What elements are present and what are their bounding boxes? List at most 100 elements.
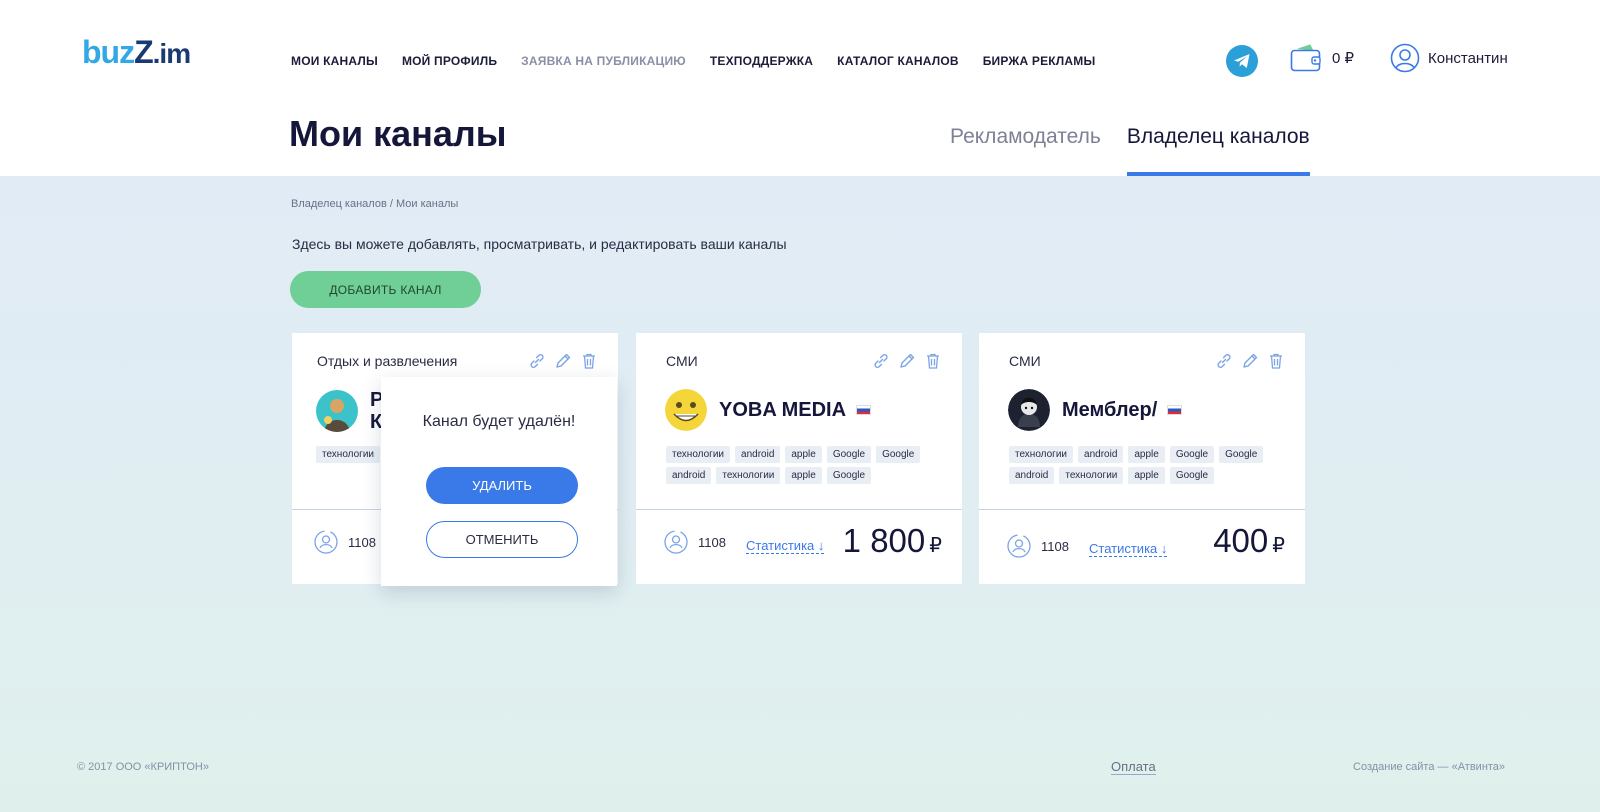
trash-icon[interactable] <box>924 352 942 370</box>
cancel-button[interactable]: ОТМЕНИТЬ <box>426 521 578 558</box>
delete-confirm-popup: Канал будет удалён! УДАЛИТЬ ОТМЕНИТЬ <box>381 377 617 586</box>
user-name: Константин <box>1428 49 1508 67</box>
edit-icon[interactable] <box>898 352 916 370</box>
trash-icon[interactable] <box>580 352 598 370</box>
tag: Google <box>826 446 872 463</box>
channel-header: YOBA MEDIA <box>665 389 872 431</box>
card-actions <box>872 352 942 370</box>
edit-icon[interactable] <box>1241 352 1259 370</box>
tag: Google <box>1169 467 1215 484</box>
tag: технологии <box>316 446 381 463</box>
footer-developer-link[interactable]: Создание сайта — «Атвинта» <box>1353 761 1505 773</box>
wallet[interactable]: 0 ₽ <box>1290 43 1354 73</box>
card-footer: 1108 Статистика ↓ 400 ₽ <box>979 509 1305 584</box>
tag: технологии <box>666 446 731 463</box>
statistics-link[interactable]: Статистика ↓ <box>1089 541 1168 557</box>
tag: технологии <box>1009 446 1074 463</box>
main-nav: МОИ КАНАЛЫ МОЙ ПРОФИЛЬ ЗАЯВКА НА ПУБЛИКА… <box>291 54 1119 68</box>
nav-channel-catalog[interactable]: КАТАЛОГ КАНАЛОВ <box>837 54 959 68</box>
russia-flag-icon <box>856 405 872 415</box>
russia-flag-icon <box>1167 405 1183 415</box>
logo-text-2: Z <box>134 34 154 70</box>
subscribers: 1108 <box>662 528 726 556</box>
telegram-button[interactable] <box>1226 45 1258 77</box>
subscribers: 1108 <box>312 528 376 556</box>
tab-advertiser[interactable]: Рекламодатель <box>950 125 1101 176</box>
footer-copyright: © 2017 ООО «КРИПТОН» <box>77 761 209 773</box>
header: buzZ.im МОИ КАНАЛЫ МОЙ ПРОФИЛЬ ЗАЯВКА НА… <box>0 0 1600 176</box>
channel-price: 1 800 ₽ <box>843 522 942 560</box>
tag: android <box>735 446 781 463</box>
edit-icon[interactable] <box>554 352 572 370</box>
subscribers-count: 1108 <box>698 534 726 550</box>
channel-price: 400 ₽ <box>1213 522 1285 560</box>
subscribers-icon <box>664 530 688 554</box>
price-value: 1 800 <box>842 522 926 559</box>
telegram-icon <box>1234 54 1250 68</box>
price-value: 400 <box>1213 522 1269 559</box>
nav-publication-request[interactable]: ЗАЯВКА НА ПУБЛИКАЦИЮ <box>521 54 686 68</box>
channel-tags: технологии android apple Google Google a… <box>666 446 956 484</box>
tag: Google <box>826 467 872 484</box>
channel-header: Мемблер/ <box>1008 389 1183 431</box>
tag: apple <box>1128 467 1165 484</box>
tab-channel-owner[interactable]: Владелец каналов <box>1126 125 1310 176</box>
tag: android <box>1009 467 1055 484</box>
tag: технологии <box>1059 467 1124 484</box>
channel-category: СМИ <box>666 353 698 369</box>
logo-text-3: .im <box>152 38 191 69</box>
nav-support[interactable]: ТЕХПОДДЕРЖКА <box>710 54 813 68</box>
channel-name[interactable]: Мемблер/ <box>1062 399 1157 422</box>
tag: apple <box>1128 446 1165 463</box>
nav-my-channels[interactable]: МОИ КАНАЛЫ <box>291 54 378 68</box>
currency-symbol: ₽ <box>1272 535 1285 557</box>
subscribers-icon <box>1007 534 1031 558</box>
link-icon[interactable] <box>528 352 546 370</box>
intro-text: Здесь вы можете добавлять, просматривать… <box>292 236 787 252</box>
channel-avatar <box>316 390 358 432</box>
wallet-icon <box>1290 44 1321 72</box>
card-actions <box>1215 352 1285 370</box>
card-actions <box>528 352 598 370</box>
subscribers-icon <box>314 530 338 554</box>
subscribers-count: 1108 <box>1041 538 1069 554</box>
channel-avatar <box>665 389 707 431</box>
footer-payment-link[interactable]: Оплата <box>1111 759 1156 775</box>
user-icon <box>1390 43 1420 73</box>
channel-name[interactable]: YOBA MEDIA <box>719 399 846 422</box>
channel-card: СМИ Мемблер/ технологии android apple Go… <box>979 333 1305 584</box>
tag: apple <box>785 446 822 463</box>
channel-category: Отдых и развлечения <box>317 353 458 369</box>
tag: Google <box>1219 446 1264 463</box>
tag: android <box>1078 446 1124 463</box>
currency-symbol: ₽ <box>929 535 942 557</box>
tag: android <box>666 467 712 484</box>
breadcrumb: Владелец каналов / Мои каналы <box>291 198 459 210</box>
link-icon[interactable] <box>1215 352 1233 370</box>
tag: Google <box>1169 446 1215 463</box>
link-icon[interactable] <box>872 352 890 370</box>
main-area: Владелец каналов / Мои каналы Здесь вы м… <box>0 176 1600 812</box>
nav-ad-exchange[interactable]: БИРЖА РЕКЛАМЫ <box>983 54 1096 68</box>
add-channel-button[interactable]: ДОБАВИТЬ КАНАЛ <box>290 271 481 308</box>
channel-header: Р К <box>316 389 383 433</box>
tag: apple <box>785 467 822 484</box>
subscribers: 1108 <box>1005 532 1069 560</box>
trash-icon[interactable] <box>1267 352 1285 370</box>
page-title: Мои каналы <box>289 113 507 154</box>
channel-avatar <box>1008 389 1050 431</box>
channel-card: СМИ YOBA MEDIA технологии android apple … <box>636 333 962 584</box>
tag: Google <box>876 446 921 463</box>
delete-confirm-text: Канал будет удалён! <box>422 413 576 430</box>
statistics-link[interactable]: Статистика ↓ <box>746 538 825 554</box>
nav-my-profile[interactable]: МОЙ ПРОФИЛЬ <box>402 54 497 68</box>
card-footer: 1108 Статистика ↓ 1 800 ₽ <box>636 509 962 584</box>
subscribers-count: 1108 <box>348 534 376 550</box>
channel-tags: технологии android apple Google Google a… <box>1009 446 1299 484</box>
wallet-balance: 0 ₽ <box>1332 50 1355 67</box>
logo-text-1: buz <box>82 34 135 70</box>
role-tabs: Рекламодатель Владелец каналов <box>950 125 1310 176</box>
delete-button[interactable]: УДАЛИТЬ <box>426 467 578 504</box>
user-menu[interactable]: Константин <box>1390 43 1508 73</box>
logo[interactable]: buzZ.im <box>82 34 191 71</box>
